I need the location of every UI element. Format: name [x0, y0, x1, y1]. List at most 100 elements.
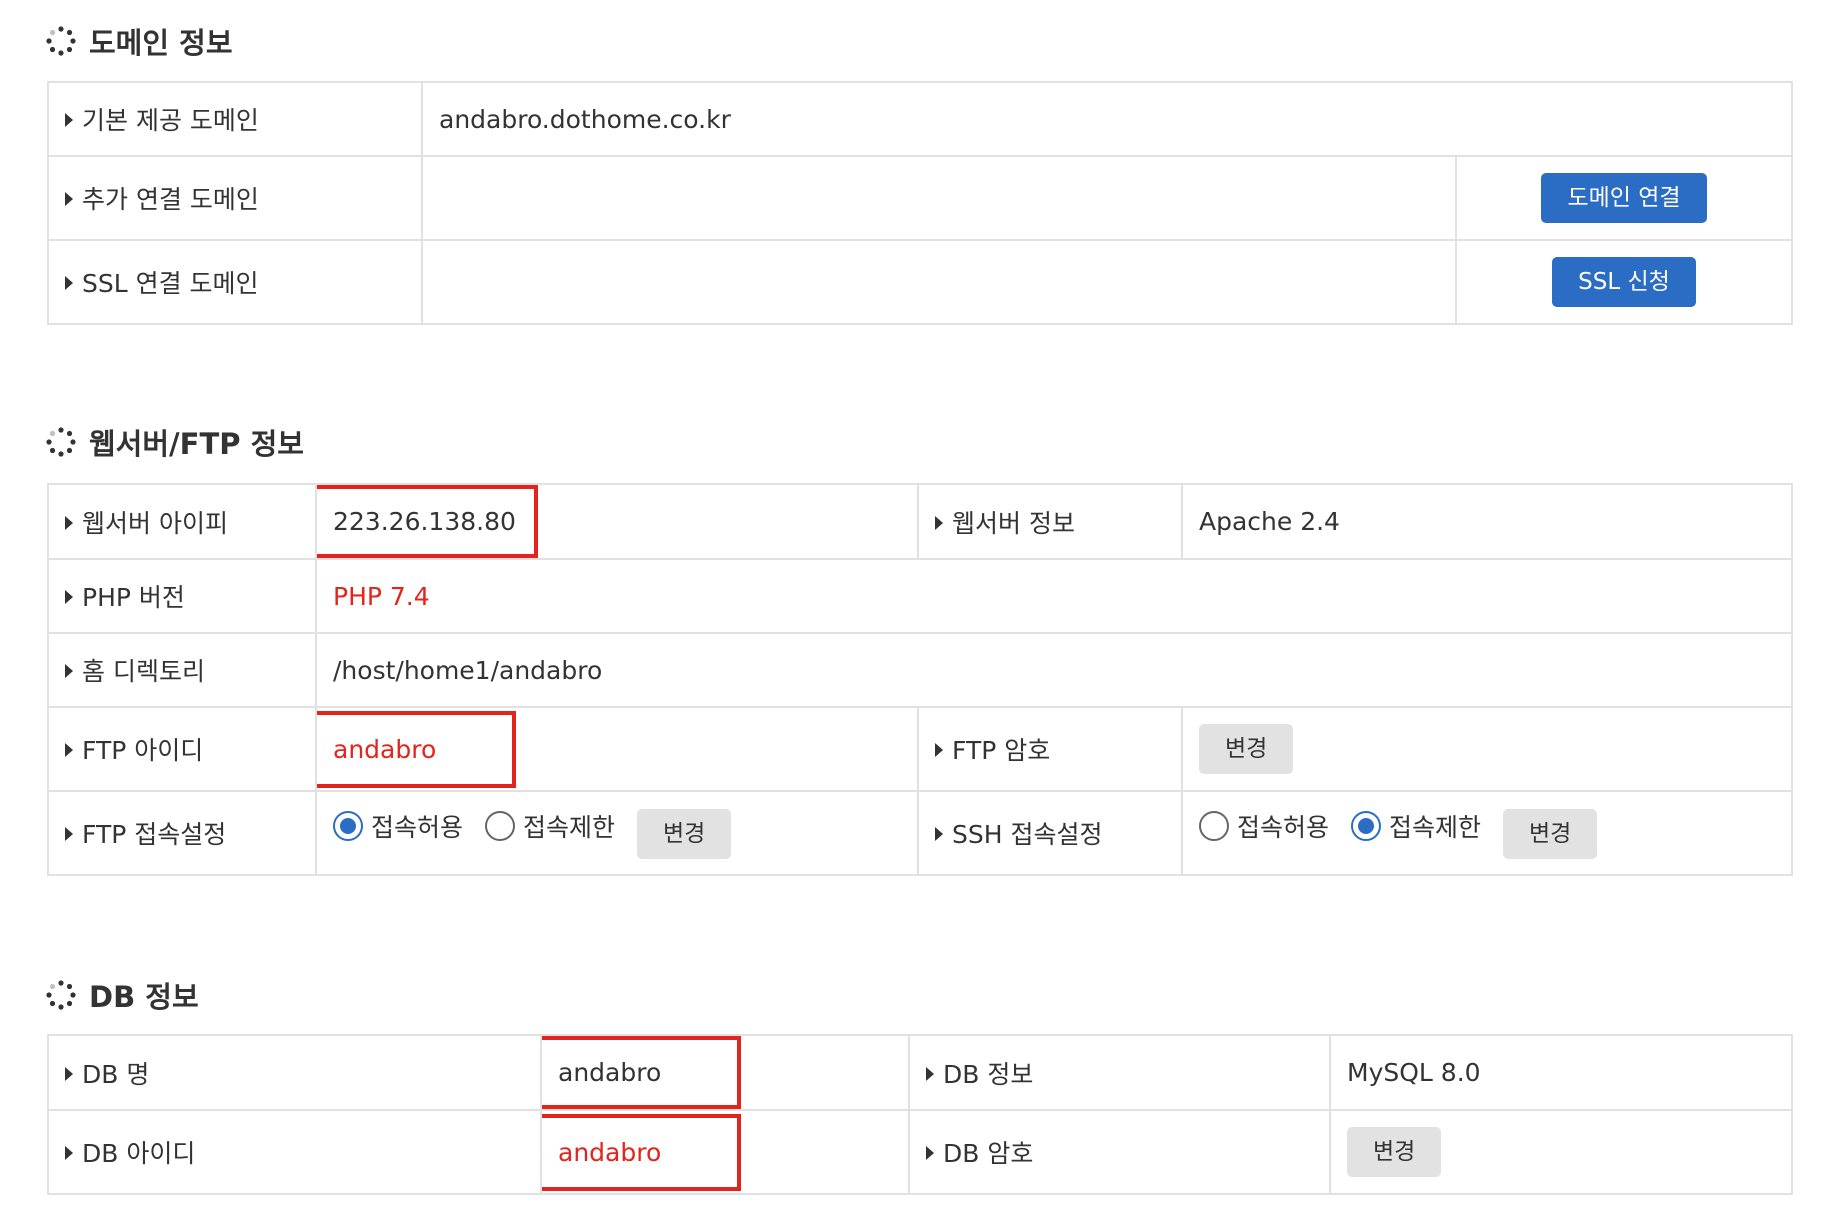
label-text: DB 아이디	[82, 1139, 196, 1168]
label-text: 기본 제공 도메인	[82, 106, 259, 135]
label-text: FTP 아이디	[82, 736, 204, 765]
ssh-deny-radio[interactable]	[1350, 810, 1381, 841]
option-label: 접속제한	[1388, 812, 1481, 842]
db-password-change-button[interactable]: 변경	[1347, 1127, 1442, 1177]
webserver-info-value: Apache 2.4	[1181, 483, 1793, 560]
domain-section-title: 도메인 정보	[46, 20, 233, 62]
table-row: FTP 접속설정 접속허용 접속제한 변경 SSH 접속설정 접속허용 접속제한…	[47, 790, 1793, 876]
row-label: FTP 암호	[917, 706, 1183, 792]
db-section-title: DB 정보	[46, 974, 199, 1016]
caret-right-icon	[65, 276, 73, 290]
ftp-id-cell: andabro	[315, 706, 919, 792]
ftp-allow-radio[interactable]	[333, 810, 363, 841]
ftp-access-change-button[interactable]: 변경	[636, 808, 732, 859]
label-text: 추가 연결 도메인	[82, 185, 259, 214]
caret-right-icon	[935, 827, 943, 841]
row-label: 홈 디렉토리	[47, 632, 317, 708]
table-row: PHP 버전 PHP 7.4	[47, 558, 1793, 634]
home-directory-value: /host/home1/andabro	[315, 632, 1793, 708]
label-text: SSH 접속설정	[952, 820, 1103, 849]
row-label: PHP 버전	[47, 558, 317, 634]
label-text: DB 정보	[943, 1059, 1034, 1089]
ftp-deny-radio[interactable]	[484, 810, 515, 841]
connect-domain-button[interactable]: 도메인 연결	[1541, 173, 1707, 223]
domain-info-table: 기본 제공 도메인 andabro.dothome.co.kr 추가 연결 도메…	[47, 81, 1794, 325]
db-password-cell: 변경	[1329, 1109, 1793, 1195]
label-text: PHP 버전	[82, 583, 185, 612]
table-row: SSL 연결 도메인 SSL 신청	[47, 239, 1794, 325]
label-text: DB 명	[82, 1059, 150, 1089]
label-text: 홈 디렉토리	[82, 657, 205, 686]
db-info-value: MySQL 8.0	[1329, 1034, 1793, 1111]
db-info-table: DB 명 andabro DB 정보 MySQL 8.0 DB 아이디 anda…	[47, 1034, 1793, 1195]
caret-right-icon	[65, 1146, 73, 1160]
row-label: DB 명	[47, 1034, 542, 1111]
label-text: FTP 암호	[952, 736, 1051, 765]
caret-right-icon	[65, 113, 73, 127]
label-text: 웹서버 아이피	[82, 508, 228, 538]
row-label: DB 정보	[908, 1034, 1331, 1111]
ftp-allow-option[interactable]: 접속허용	[333, 808, 463, 844]
webserver-ip-value: 223.26.138.80	[318, 486, 538, 557]
label-text: SSL 연결 도메인	[82, 269, 259, 298]
option-label: 접속허용	[1237, 812, 1330, 842]
caret-right-icon	[65, 590, 73, 604]
caret-right-icon	[65, 1066, 73, 1081]
row-label: 추가 연결 도메인	[47, 155, 423, 241]
option-label: 접속허용	[371, 812, 464, 842]
caret-right-icon	[65, 515, 73, 530]
caret-right-icon	[926, 1066, 934, 1081]
label-text: 웹서버 정보	[952, 508, 1075, 538]
caret-right-icon	[65, 664, 73, 678]
label-text: FTP 접속설정	[82, 820, 227, 849]
loading-dots-icon	[46, 427, 76, 457]
row-label: DB 아이디	[47, 1109, 542, 1195]
ssh-deny-option[interactable]: 접속제한	[1350, 808, 1481, 844]
table-row: DB 아이디 andabro DB 암호 변경	[47, 1109, 1793, 1195]
ssh-allow-radio[interactable]	[1199, 810, 1229, 841]
caret-right-icon	[65, 743, 73, 757]
caret-right-icon	[935, 515, 943, 530]
web-section-title: 웹서버/FTP 정보	[46, 421, 304, 463]
row-label: SSL 연결 도메인	[47, 239, 423, 325]
ssl-apply-button[interactable]: SSL 신청	[1552, 257, 1696, 307]
caret-right-icon	[926, 1146, 934, 1160]
default-domain-value: andabro.dothome.co.kr	[420, 81, 1794, 157]
row-label: DB 암호	[908, 1109, 1331, 1195]
loading-dots-icon	[46, 980, 76, 1010]
ftp-id-value: andabro	[318, 710, 517, 788]
label-text: DB 암호	[943, 1139, 1034, 1168]
db-name-value: andabro	[543, 1037, 742, 1108]
ssh-allow-option[interactable]: 접속허용	[1199, 808, 1329, 844]
row-label: FTP 아이디	[47, 706, 317, 792]
table-row: 홈 디렉토리 /host/home1/andabro	[47, 632, 1793, 708]
section-title-text: 도메인 정보	[89, 26, 233, 60]
table-row: FTP 아이디 andabro FTP 암호 변경	[47, 706, 1793, 792]
webserver-ftp-table: 웹서버 아이피 223.26.138.80 웹서버 정보 Apache 2.4 …	[47, 483, 1793, 876]
row-label: 웹서버 정보	[917, 483, 1183, 560]
ftp-password-change-button[interactable]: 변경	[1199, 724, 1294, 774]
ftp-access-cell: 접속허용 접속제한 변경	[315, 790, 919, 876]
db-name-cell: andabro	[540, 1034, 910, 1111]
option-label: 접속제한	[522, 812, 615, 842]
db-id-value: andabro	[543, 1113, 742, 1191]
ssh-access-change-button[interactable]: 변경	[1502, 808, 1598, 859]
row-label: 웹서버 아이피	[47, 483, 317, 560]
loading-dots-icon	[46, 26, 76, 56]
row-label: SSH 접속설정	[917, 790, 1183, 876]
button-cell: SSL 신청	[1454, 239, 1794, 325]
table-row: DB 명 andabro DB 정보 MySQL 8.0	[47, 1034, 1793, 1111]
ssh-access-cell: 접속허용 접속제한 변경	[1181, 790, 1793, 876]
row-label: 기본 제공 도메인	[47, 81, 423, 157]
additional-domain-value	[421, 155, 1457, 241]
caret-right-icon	[65, 827, 73, 841]
section-title-text: DB 정보	[89, 980, 199, 1014]
ip-value-cell: 223.26.138.80	[315, 483, 919, 560]
table-row: 기본 제공 도메인 andabro.dothome.co.kr	[47, 81, 1794, 157]
table-row: 추가 연결 도메인 도메인 연결	[47, 155, 1794, 241]
row-label: FTP 접속설정	[47, 790, 317, 876]
php-version-value: PHP 7.4	[315, 558, 1793, 634]
ftp-deny-option[interactable]: 접속제한	[484, 808, 615, 844]
ssl-domain-value	[421, 239, 1457, 325]
section-title-text: 웹서버/FTP 정보	[89, 427, 304, 461]
